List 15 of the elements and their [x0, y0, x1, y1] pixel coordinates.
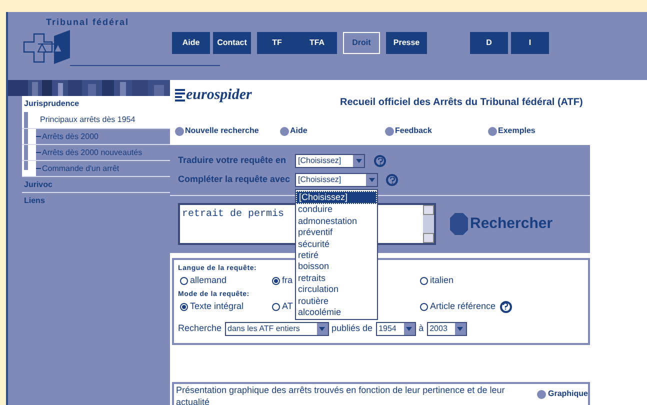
page-title: Recueil officiel des Arrêts du Tribunal fédéral (ATF)	[340, 96, 583, 110]
radio-label: allemand	[190, 274, 227, 288]
site-title: Tribunal fédéral	[46, 16, 130, 29]
field-label: Compléter la requête avec	[178, 173, 292, 186]
logo-text: eurospider	[186, 88, 252, 103]
radio-label: Article référence	[430, 300, 496, 313]
radio-label: italien	[430, 274, 454, 288]
radio-label: fra	[282, 274, 293, 288]
radio-label: AT	[282, 300, 293, 313]
field-label: Recherche	[178, 322, 222, 336]
field-label: Traduire votre requête en	[178, 154, 288, 168]
description-text: Présentation graphique des arrêts trouvés en fonction de leur pertinence et de leur actualité	[176, 384, 506, 405]
field-label: à	[418, 322, 424, 336]
radio-label: Texte intégral	[190, 300, 244, 313]
field-label: publiés de	[332, 322, 373, 336]
